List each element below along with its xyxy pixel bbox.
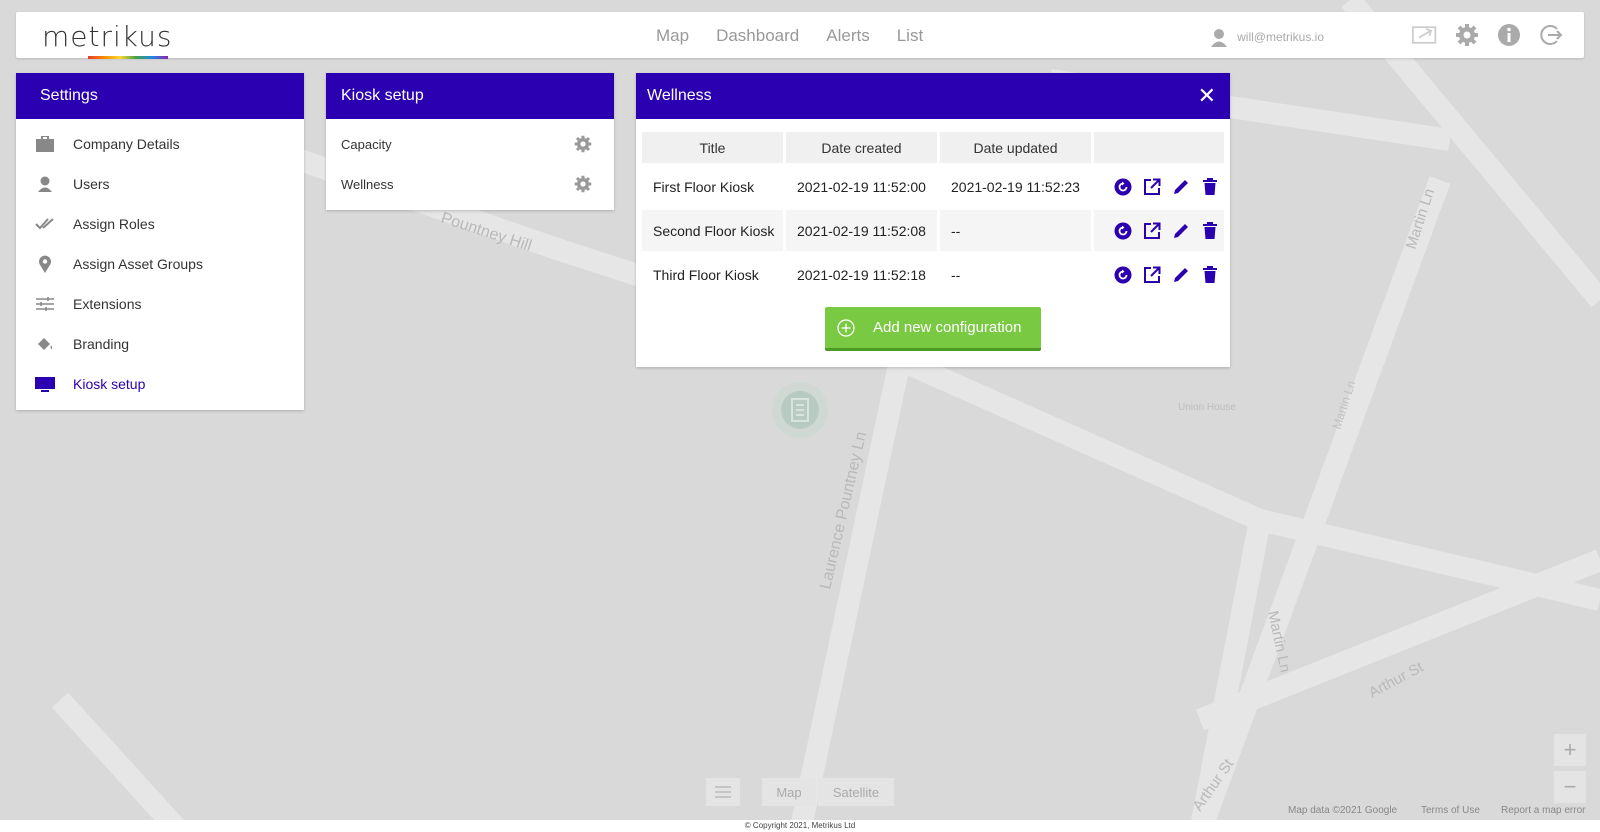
row-date-updated: -- [940,210,1091,251]
row-date-created: 2021-02-19 11:52:00 [797,178,926,195]
wellness-panel: Wellness ✕ Title Date created Date updat… [636,73,1230,367]
gear-icon[interactable] [1454,22,1480,48]
user-email: will@metrikus.io [1237,30,1324,44]
kiosk-item-wellness[interactable]: Wellness [326,164,614,204]
open-external-icon[interactable] [1142,265,1162,285]
map-type-satellite[interactable]: Satellite [818,778,894,806]
row-actions [1094,254,1224,295]
main-nav: Map Dashboard Alerts List [656,26,923,46]
settings-item-branding[interactable]: Branding [16,324,304,364]
map-place-label: Union House [1178,402,1236,413]
settings-item-label: Kiosk setup [73,376,146,392]
logout-icon[interactable] [1538,22,1564,48]
settings-panel: Settings Company Details Users Assign Ro… [16,73,304,410]
settings-item-extensions[interactable]: Extensions [16,284,304,324]
report-map-error-link[interactable]: Report a map error [1501,805,1585,816]
settings-item-label: Assign Roles [73,216,155,232]
row-actions [1094,166,1224,207]
settings-item-company-details[interactable]: Company Details [16,124,304,164]
nav-dashboard[interactable]: Dashboard [716,26,799,46]
settings-item-users[interactable]: Users [16,164,304,204]
kiosk-setup-title: Kiosk setup [326,73,614,119]
nav-alerts[interactable]: Alerts [826,26,869,46]
menu-icon [715,786,731,798]
column-header-actions [1094,132,1224,163]
table-row: Third Floor Kiosk 2021-02-19 11:52:18 -- [642,254,1224,295]
row-actions [1094,210,1224,251]
building-marker-icon[interactable] [772,382,828,438]
settings-item-assign-roles[interactable]: Assign Roles [16,204,304,244]
refresh-icon[interactable] [1113,221,1133,241]
map-legend-button[interactable] [706,778,740,806]
settings-item-label: Assign Asset Groups [73,256,203,272]
settings-item-label: Company Details [73,136,180,152]
info-icon[interactable] [1496,22,1522,48]
user-avatar-icon [1211,29,1228,47]
briefcase-icon [34,133,56,155]
plus-circle-icon [837,318,855,337]
delete-icon[interactable] [1200,265,1220,285]
column-header-date-created[interactable]: Date created [786,132,937,163]
settings-item-label: Branding [73,336,130,352]
nav-list[interactable]: List [897,26,923,46]
table-row: Second Floor Kiosk 2021-02-19 11:52:08 -… [642,210,1224,251]
open-external-icon[interactable] [1142,177,1162,197]
refresh-icon[interactable] [1113,177,1133,197]
double-check-icon [34,213,56,235]
settings-item-kiosk-setup[interactable]: Kiosk setup [16,364,304,404]
gear-icon[interactable] [574,175,592,193]
kiosk-item-label: Wellness [341,176,394,192]
zoom-in-button[interactable]: + [1554,734,1586,766]
add-new-configuration-button[interactable]: Add new configuration [825,307,1041,351]
map-attribution: Map data ©2021 Google [1288,805,1398,816]
logo-underline [88,56,168,59]
logo[interactable]: metrikus [42,20,172,53]
monitor-icon [34,373,56,395]
pin-icon [34,253,56,275]
delete-icon[interactable] [1200,177,1220,197]
column-header-title[interactable]: Title [642,132,783,163]
row-date-created: 2021-02-19 11:52:18 [797,266,926,283]
terms-of-use-link[interactable]: Terms of Use [1421,805,1480,816]
kiosk-item-label: Capacity [341,136,392,152]
close-icon[interactable]: ✕ [1198,73,1216,119]
settings-item-label: Users [73,176,110,192]
wellness-table: Title Date created Date updated First Fl… [639,129,1227,298]
gear-icon[interactable] [574,135,592,153]
map-type-map[interactable]: Map [762,778,816,806]
kiosk-setup-panel: Kiosk setup Capacity Wellness [326,73,614,210]
table-row: First Floor Kiosk 2021-02-19 11:52:00 20… [642,166,1224,207]
header-icons [1412,22,1564,48]
edit-icon[interactable] [1171,177,1191,197]
settings-title: Settings [16,73,304,119]
sliders-icon [34,293,56,315]
user-menu[interactable]: will@metrikus.io [1209,27,1324,47]
paint-bucket-icon [34,333,56,355]
row-title: Second Floor Kiosk [642,210,783,251]
wellness-title: Wellness [647,87,712,104]
nav-map[interactable]: Map [656,26,689,46]
kiosk-item-capacity[interactable]: Capacity [326,124,614,164]
edit-icon[interactable] [1171,221,1191,241]
row-date-updated: -- [951,266,961,283]
share-icon[interactable] [1412,22,1438,48]
zoom-out-button[interactable]: − [1554,771,1586,803]
row-title: Third Floor Kiosk [653,266,759,283]
add-button-label: Add new configuration [873,319,1022,336]
column-header-date-updated[interactable]: Date updated [940,132,1091,163]
edit-icon[interactable] [1171,265,1191,285]
row-date-created: 2021-02-19 11:52:08 [786,210,937,251]
refresh-icon[interactable] [1113,265,1133,285]
wellness-header: Wellness ✕ [636,73,1230,119]
delete-icon[interactable] [1200,221,1220,241]
settings-item-label: Extensions [73,296,142,312]
row-title: First Floor Kiosk [653,178,755,195]
user-icon [34,173,56,195]
settings-item-assign-asset-groups[interactable]: Assign Asset Groups [16,244,304,284]
open-external-icon[interactable] [1142,221,1162,241]
footer-copyright: © Copyright 2021, Metrikus Ltd [0,820,1600,832]
top-bar: metrikus Map Dashboard Alerts List will@… [16,12,1584,59]
row-date-updated: 2021-02-19 11:52:23 [951,178,1080,195]
